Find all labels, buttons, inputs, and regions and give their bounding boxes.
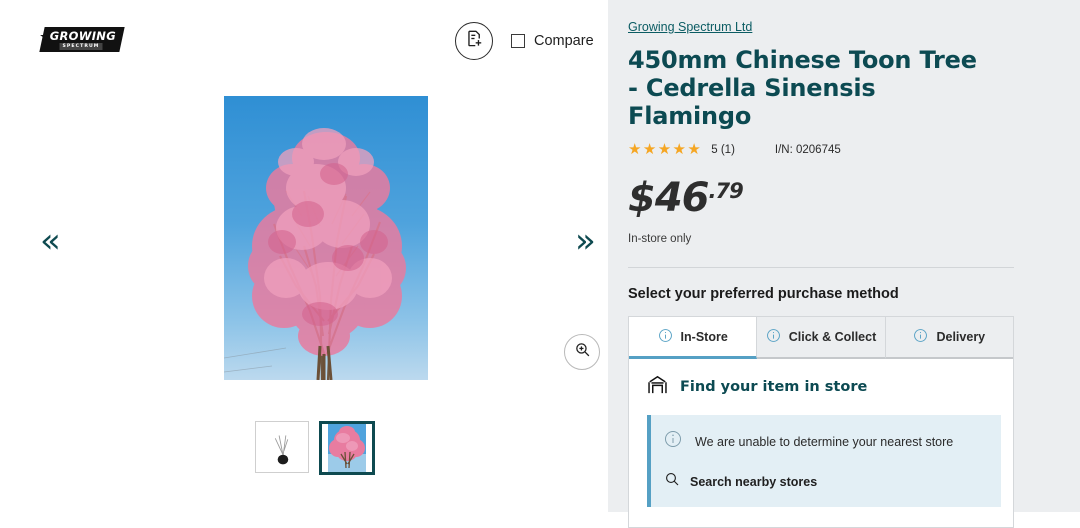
- site-logo[interactable]: GROWING SPECTRUM: [39, 27, 125, 52]
- zoom-image-button[interactable]: [564, 334, 600, 370]
- panel-heading-row: Find your item in store: [647, 375, 999, 399]
- info-icon: [913, 328, 928, 346]
- main-product-image[interactable]: [224, 96, 428, 380]
- next-image-button[interactable]: »: [575, 224, 596, 258]
- tab-click-and-collect-label: Click & Collect: [788, 330, 877, 344]
- product-detail-page: ★ GROWING SPECTRUM: [0, 0, 1080, 528]
- compare-toggle[interactable]: Compare: [511, 33, 594, 49]
- nearest-store-alert: We are unable to determine your nearest …: [647, 415, 1001, 507]
- gallery-header: ★ GROWING SPECTRUM: [0, 0, 608, 80]
- gallery-pane: ★ GROWING SPECTRUM: [0, 0, 608, 512]
- purchase-method-card: In-Store Click & Collect Delivery Find y…: [628, 316, 1014, 528]
- search-icon: [664, 471, 680, 492]
- page-title: 450mm Chinese Toon Tree - Cedrella Sinen…: [628, 46, 977, 130]
- search-nearby-stores-label: Search nearby stores: [690, 474, 818, 489]
- thumbnail-blossom-tree[interactable]: [319, 421, 375, 475]
- item-number: I/N: 0206745: [774, 143, 841, 156]
- magnifier-plus-icon: [574, 341, 591, 363]
- thumbnail-strip: [255, 421, 375, 475]
- thumbnail-sapling[interactable]: [255, 421, 309, 473]
- compare-checkbox[interactable]: [511, 34, 525, 48]
- info-icon: [766, 328, 781, 346]
- info-icon: [658, 328, 673, 346]
- rating-stars: ★★★★★: [628, 141, 703, 158]
- document-plus-icon: [465, 29, 484, 53]
- panel-heading-label: Find your item in store: [680, 379, 868, 395]
- product-details-pane: Growing Spectrum Ltd 450mm Chinese Toon …: [608, 0, 1080, 528]
- product-price: $46.79: [628, 177, 1012, 219]
- section-divider: [628, 267, 1014, 268]
- logo-sub-text: SPECTRUM: [59, 42, 103, 50]
- product-meta-row: ★★★★★ 5 (1) I/N: 0206745: [628, 142, 1012, 157]
- storefront-icon: [647, 375, 668, 399]
- add-to-list-button[interactable]: [455, 22, 493, 60]
- tab-delivery-label: Delivery: [936, 330, 986, 344]
- price-dollars: $46: [628, 175, 709, 221]
- info-icon: [664, 430, 682, 453]
- sapling-icon: [256, 422, 308, 472]
- purchase-method-tabs: In-Store Click & Collect Delivery: [629, 317, 1013, 359]
- previous-image-button[interactable]: «: [40, 224, 61, 258]
- in-store-panel: Find your item in store We are unable to…: [629, 359, 1013, 527]
- alert-message-row: We are unable to determine your nearest …: [664, 430, 987, 453]
- alert-message: We are unable to determine your nearest …: [695, 434, 954, 449]
- purchase-method-heading: Select your preferred purchase method: [628, 286, 899, 302]
- brand-link[interactable]: Growing Spectrum Ltd: [628, 20, 752, 34]
- blossom-tree-illustration: [224, 128, 406, 380]
- blossom-tree-thumb-icon: [322, 424, 372, 472]
- tab-click-and-collect[interactable]: Click & Collect: [757, 317, 886, 359]
- header-actions: Compare: [455, 22, 594, 60]
- price-cents: .79: [708, 179, 744, 203]
- tab-in-store-label: In-Store: [680, 329, 728, 344]
- search-nearby-stores-button[interactable]: Search nearby stores: [664, 471, 987, 492]
- rating-count: 5 (1): [711, 143, 735, 156]
- compare-label: Compare: [534, 33, 594, 49]
- logo-main-text: GROWING: [49, 28, 116, 43]
- stock-availability-note: In-store only: [628, 233, 692, 245]
- tab-delivery[interactable]: Delivery: [885, 317, 1013, 359]
- tab-in-store[interactable]: In-Store: [629, 317, 758, 359]
